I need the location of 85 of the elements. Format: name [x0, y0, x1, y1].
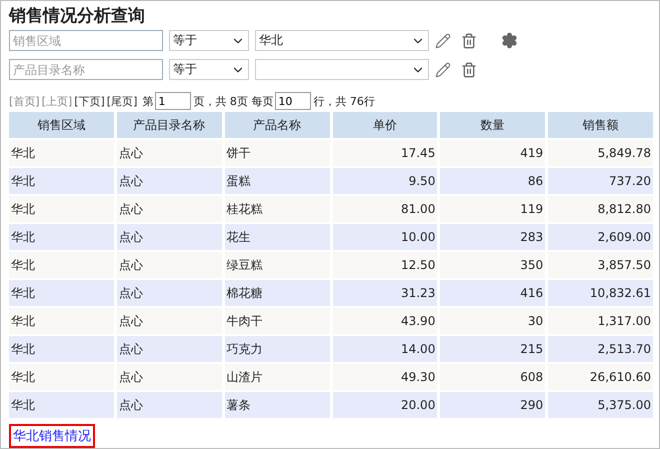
pencil-icon[interactable]	[435, 32, 451, 48]
table-cell: 桂花糕	[224, 196, 330, 222]
table-cell: 5,849.78	[548, 140, 653, 166]
trash-icon[interactable]	[461, 62, 477, 78]
table-cell: 14.00	[332, 336, 438, 362]
table-cell: 华北	[9, 364, 114, 390]
table-cell: 棉花糖	[224, 280, 330, 306]
table-cell: 牛肉干	[224, 308, 330, 334]
table-cell: 华北	[9, 336, 114, 362]
pager-text: 页，共 8页 每页	[193, 94, 274, 108]
settings-icon[interactable]	[501, 32, 518, 49]
table-cell: 山渣片	[224, 364, 330, 390]
table-cell: 30	[440, 308, 546, 334]
table-cell: 81.00	[332, 196, 438, 222]
table-cell: 点心	[116, 280, 222, 306]
table-cell: 华北	[9, 168, 114, 194]
table-cell: 蛋糕	[224, 168, 330, 194]
page-input[interactable]: 1	[155, 92, 192, 110]
page-title: 销售情况分析查询	[9, 5, 146, 28]
table-cell: 215	[440, 336, 546, 362]
table-cell: 2,609.00	[548, 224, 653, 250]
table-cell: 9.50	[332, 168, 438, 194]
rows-per-page-input[interactable]: 10	[275, 92, 312, 110]
table-cell: 350	[440, 252, 546, 278]
report-link[interactable]: 华北销售情况	[9, 424, 95, 448]
column-header: 销售区域	[9, 112, 114, 138]
column-header: 销售额	[548, 112, 653, 138]
table-cell: 49.30	[332, 364, 438, 390]
operator-select[interactable]: 等于	[169, 30, 249, 51]
table-cell: 10.00	[332, 224, 438, 250]
operator-select[interactable]: 等于	[169, 59, 249, 80]
pager-text: 第	[142, 94, 154, 108]
table-cell: 2,513.70	[548, 336, 653, 362]
table-cell: 华北	[9, 252, 114, 278]
table-cell: 点心	[116, 252, 222, 278]
table-cell: 华北	[9, 308, 114, 334]
table-cell: 点心	[116, 308, 222, 334]
table-cell: 薯条	[224, 392, 330, 418]
table-cell: 5,375.00	[548, 392, 653, 418]
table-cell: 17.45	[332, 140, 438, 166]
table-cell: 8,812.80	[548, 196, 653, 222]
table-cell: 1,317.00	[548, 308, 653, 334]
column-header: 产品目录名称	[116, 112, 222, 138]
value-select[interactable]: 华北	[255, 30, 429, 51]
table-cell: 3,857.50	[548, 252, 653, 278]
table-cell: 华北	[9, 224, 114, 250]
pager-link[interactable]: [尾页]	[106, 94, 138, 108]
table-cell: 巧克力	[224, 336, 330, 362]
table-cell: 608	[440, 364, 546, 390]
table-cell: 点心	[116, 336, 222, 362]
table-cell: 点心	[116, 168, 222, 194]
table-cell: 绿豆糕	[224, 252, 330, 278]
field-input[interactable]: 产品目录名称	[9, 59, 163, 80]
table-cell: 419	[440, 140, 546, 166]
table-cell: 点心	[116, 364, 222, 390]
table-cell: 20.00	[332, 392, 438, 418]
pencil-icon[interactable]	[435, 62, 451, 78]
table-cell: 119	[440, 196, 546, 222]
column-header: 数量	[440, 112, 546, 138]
table-cell: 点心	[116, 224, 222, 250]
pager-text: 行，共 76行	[313, 94, 375, 108]
table-cell: 花生	[224, 224, 330, 250]
table-cell: 43.90	[332, 308, 438, 334]
table-cell: 华北	[9, 392, 114, 418]
table-cell: 华北	[9, 196, 114, 222]
table-cell: 华北	[9, 140, 114, 166]
column-header: 单价	[332, 112, 438, 138]
trash-icon[interactable]	[461, 32, 477, 48]
table-cell: 737.20	[548, 168, 653, 194]
table-cell: 12.50	[332, 252, 438, 278]
table-cell: 点心	[116, 140, 222, 166]
table-cell: 26,610.60	[548, 364, 653, 390]
table-cell: 31.23	[332, 280, 438, 306]
table-cell: 416	[440, 280, 546, 306]
table-cell: 290	[440, 392, 546, 418]
table-cell: 86	[440, 168, 546, 194]
table-cell: 饼干	[224, 140, 330, 166]
table-cell: 点心	[116, 392, 222, 418]
column-header: 产品名称	[224, 112, 330, 138]
pager-link[interactable]: [下页]	[74, 94, 105, 108]
table-cell: 10,832.61	[548, 280, 653, 306]
table-cell: 点心	[116, 196, 222, 222]
table-cell: 华北	[9, 280, 114, 306]
table-cell: 283	[440, 224, 546, 250]
field-input[interactable]: 销售区域	[9, 30, 163, 51]
